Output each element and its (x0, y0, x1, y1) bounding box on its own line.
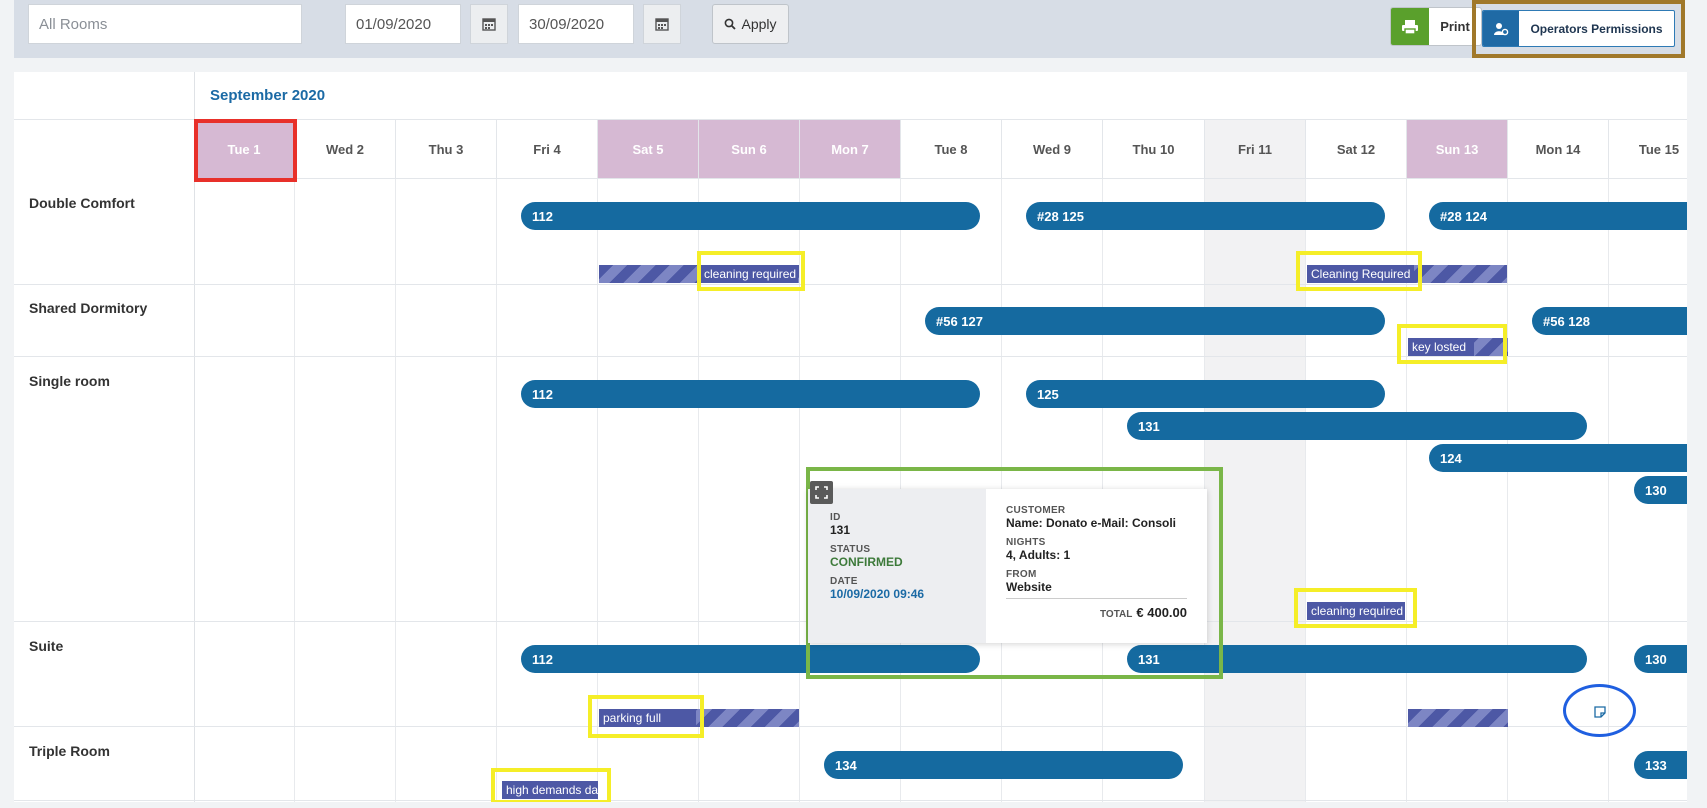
date-to-input[interactable]: 30/09/2020 (518, 4, 634, 44)
day-header[interactable]: Mon 14 (1508, 120, 1609, 179)
user-settings-icon (1494, 22, 1509, 35)
room-label: Shared Dormitory (29, 300, 148, 316)
status-value: CONFIRMED (830, 555, 903, 569)
booking-bar[interactable]: 130 (1634, 645, 1687, 673)
printer-icon (1402, 19, 1418, 35)
row-divider (14, 284, 1687, 285)
booking-bar[interactable]: 133 (1634, 751, 1687, 779)
day-header[interactable]: Thu 10 (1103, 120, 1205, 179)
note-highlight (1296, 251, 1422, 291)
month-header: September 2020 (14, 72, 1687, 120)
date-from-calendar-button[interactable] (470, 4, 508, 44)
day-header[interactable]: Wed 2 (295, 120, 396, 179)
note-stripe[interactable] (1408, 709, 1508, 727)
booking-bar[interactable]: 112 (521, 380, 980, 408)
booking-bar[interactable]: #56 127 (925, 307, 1385, 335)
date-to-calendar-button[interactable] (643, 4, 681, 44)
day-header[interactable]: Tue 15 (1609, 120, 1687, 179)
day-header[interactable]: Sat 5 (598, 120, 699, 179)
note-highlight (491, 768, 611, 802)
status-label: STATUS (830, 544, 871, 555)
toolbar: All Rooms 01/09/2020 30/09/2020 Apply Pr… (14, 0, 1685, 58)
print-button[interactable]: Print (1390, 7, 1482, 46)
booking-bar[interactable]: 130 (1634, 476, 1687, 504)
search-icon (725, 18, 737, 30)
date-label: DATE (830, 576, 858, 587)
apply-label: Apply (741, 16, 777, 32)
nights-label: NIGHTS (1006, 537, 1046, 548)
from-label: FROM (1006, 569, 1037, 580)
day-header[interactable]: Sat 12 (1306, 120, 1407, 179)
calendar-grid: September 2020 Tue 1 Wed 2 Thu 3 Fri 4 S… (14, 72, 1687, 802)
id-label: ID (830, 512, 841, 523)
note-highlight (588, 695, 704, 738)
id-value: 131 (830, 523, 851, 537)
booking-bar[interactable]: 112 (521, 202, 980, 230)
day-header[interactable]: Sun 13 (1407, 120, 1508, 179)
note-highlight (1294, 588, 1417, 628)
day-column[interactable] (295, 179, 396, 802)
popup-details: CUSTOMER Name: Donato e-Mail: Consoli NI… (986, 489, 1207, 643)
customer-label: CUSTOMER (1006, 505, 1066, 516)
permissions-highlight: Operators Permissions (1472, 0, 1685, 58)
day-header[interactable]: Mon 7 (800, 120, 901, 179)
total-label: TOTAL (1099, 609, 1133, 620)
note-highlight (697, 251, 805, 291)
from-value: Website (1006, 580, 1052, 594)
booking-popup: ID 131 STATUS CONFIRMED DATE 10/09/2020 … (808, 489, 1207, 643)
calendar-icon (655, 18, 669, 31)
day-header[interactable]: Wed 9 (1002, 120, 1103, 179)
operators-permissions-button[interactable]: Operators Permissions (1482, 10, 1675, 47)
date-value: 10/09/2020 09:46 (830, 587, 925, 601)
apply-button[interactable]: Apply (712, 4, 789, 44)
total-value: € 400.00 (1136, 605, 1187, 620)
room-label: Double Comfort (29, 195, 135, 211)
day-header[interactable]: Sun 6 (699, 120, 800, 179)
popup-summary: ID 131 STATUS CONFIRMED DATE 10/09/2020 … (808, 489, 986, 643)
customer-value: Name: Donato e-Mail: Consoli (1006, 516, 1177, 530)
row-divider (14, 800, 1687, 801)
day-header[interactable]: Fri 11 (1205, 120, 1306, 179)
booking-bar[interactable]: 125 (1026, 380, 1385, 408)
date-from-input[interactable]: 01/09/2020 (345, 4, 461, 44)
expand-button[interactable] (810, 481, 833, 504)
month-label: September 2020 (210, 87, 326, 104)
booking-bar[interactable]: 131 (1127, 412, 1587, 440)
permissions-label: Operators Permissions (1530, 21, 1663, 36)
note-highlight (1397, 324, 1507, 364)
day-column[interactable] (194, 179, 295, 802)
day-header[interactable]: Tue 8 (901, 120, 1002, 179)
total-line: TOTAL € 400.00 (1006, 598, 1187, 620)
booking-bar[interactable]: #56 128 (1532, 307, 1687, 335)
nights-value: 4, Adults: 1 (1006, 548, 1071, 562)
room-label: Suite (29, 638, 64, 654)
booking-bar[interactable]: 124 (1429, 444, 1687, 472)
today-highlight (194, 119, 297, 182)
day-column[interactable] (396, 179, 497, 802)
room-label: Triple Room (29, 743, 110, 759)
rooms-filter-input[interactable]: All Rooms (28, 4, 302, 44)
calendar-icon (482, 18, 496, 31)
day-header[interactable]: Thu 3 (396, 120, 497, 179)
room-label: Single room (29, 373, 110, 389)
day-header[interactable]: Fri 4 (497, 120, 598, 179)
add-note-icon[interactable] (1594, 705, 1606, 723)
expand-icon (815, 486, 828, 499)
day-column[interactable] (497, 179, 598, 802)
booking-bar[interactable]: 134 (824, 751, 1183, 779)
booking-bar[interactable]: #28 124 (1429, 202, 1687, 230)
booking-bar[interactable]: #28 125 (1026, 202, 1385, 230)
